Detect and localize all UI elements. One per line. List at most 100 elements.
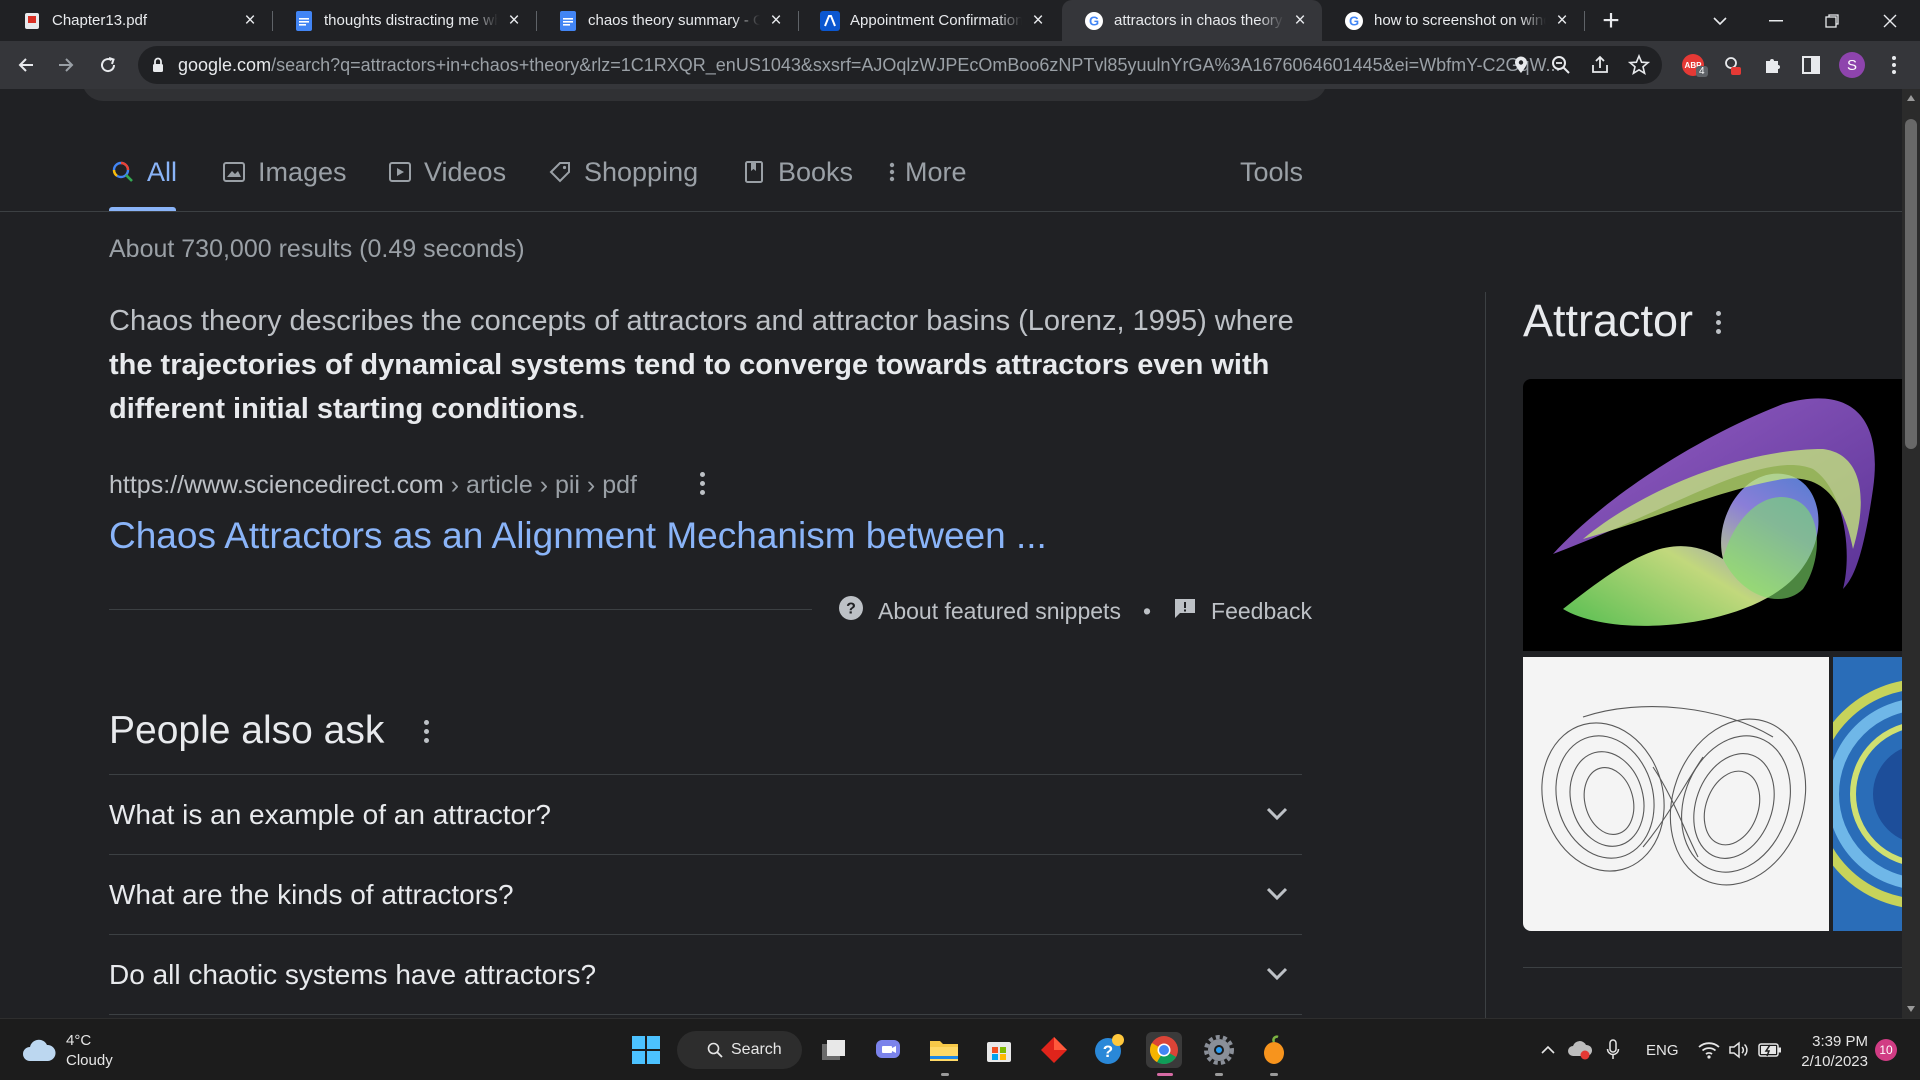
url-path: /search?q=attractors+in+chaos+theory&rlz…: [271, 55, 1561, 75]
windows-taskbar: 4°C Cloudy Search ? ENG 3:39 PM 2/10/202…: [0, 1018, 1920, 1080]
side-panel-button[interactable]: [1795, 49, 1827, 81]
folder-icon: [930, 1041, 958, 1061]
tab-all[interactable]: All: [109, 152, 177, 192]
taskbar-search[interactable]: Search: [677, 1031, 802, 1069]
volume-status[interactable]: [1728, 1019, 1750, 1080]
show-hidden-icons[interactable]: [1540, 1019, 1556, 1080]
close-icon[interactable]: ×: [1552, 10, 1572, 31]
location-pin-icon[interactable]: [1514, 56, 1528, 79]
tab-search-button[interactable]: [1692, 0, 1748, 41]
paa-question[interactable]: What is an example of an attractor?: [109, 774, 1302, 854]
extension-button[interactable]: [1716, 49, 1748, 81]
store-icon: [987, 1042, 1011, 1062]
close-window-button[interactable]: [1862, 0, 1918, 41]
tab-appointment[interactable]: Appointment Confirmation ×: [798, 0, 1060, 41]
tab-thoughts[interactable]: thoughts distracting me wh ×: [272, 0, 536, 41]
feedback-link[interactable]: Feedback: [1211, 598, 1312, 625]
browser-menu-button[interactable]: [1878, 49, 1910, 81]
address-bar[interactable]: google.com/search?q=attractors+in+chaos+…: [138, 46, 1662, 84]
paa-question[interactable]: Do all chaotic systems have attractors?: [109, 934, 1302, 1014]
lock-icon: [152, 57, 164, 78]
chevron-down-icon: [1713, 16, 1727, 25]
lorenz-attractor-image[interactable]: [1523, 657, 1829, 931]
back-button[interactable]: [10, 49, 42, 81]
fl-studio-button[interactable]: [1256, 1032, 1292, 1068]
more-vert-icon[interactable]: [414, 714, 438, 748]
more-vert-icon[interactable]: [690, 468, 714, 498]
tab-title: how to screenshot on wind: [1374, 12, 1546, 29]
app-button[interactable]: [1036, 1032, 1072, 1068]
attractor-image-thumbnail[interactable]: [1833, 657, 1902, 931]
about-featured-snippets-link[interactable]: About featured snippets: [878, 598, 1121, 625]
people-also-ask-heading: People also ask: [109, 709, 385, 752]
extensions-button[interactable]: [1757, 49, 1789, 81]
cite-domain: https://www.sciencedirect.com: [109, 471, 444, 499]
profile-button[interactable]: S: [1836, 49, 1868, 81]
clock[interactable]: 3:39 PM 2/10/2023: [1792, 1032, 1868, 1072]
share-icon[interactable]: [1590, 55, 1610, 80]
featured-snippet-text: Chaos theory describes the concepts of a…: [109, 305, 1294, 425]
get-help-button[interactable]: ?: [1091, 1032, 1127, 1068]
star-icon[interactable]: [1627, 53, 1651, 81]
close-icon[interactable]: ×: [766, 10, 786, 31]
close-icon[interactable]: ×: [240, 10, 260, 31]
close-icon[interactable]: ×: [1028, 10, 1048, 31]
start-button[interactable]: [628, 1032, 664, 1068]
task-view-button[interactable]: [816, 1032, 852, 1068]
tab-videos[interactable]: Videos: [386, 152, 506, 192]
close-icon[interactable]: ×: [504, 10, 524, 31]
tab-shopping[interactable]: Shopping: [546, 152, 698, 192]
teams-chat-button[interactable]: [870, 1032, 906, 1068]
paa-question[interactable]: What are the kinds of attractors?: [109, 854, 1302, 934]
tools-button[interactable]: Tools: [1240, 152, 1303, 192]
store-button[interactable]: [981, 1032, 1017, 1068]
tab-more[interactable]: More: [885, 152, 967, 192]
language-indicator[interactable]: ENG: [1646, 1019, 1679, 1080]
chat-icon: [876, 1040, 900, 1058]
knowledge-panel-title: Attractor: [1523, 295, 1694, 346]
battery-status[interactable]: [1758, 1019, 1782, 1080]
page-scrollbar[interactable]: [1902, 89, 1920, 1018]
tab-title: attractors in chaos theory -: [1114, 12, 1284, 29]
notification-badge[interactable]: 10: [1875, 1039, 1897, 1061]
tab-chapter13[interactable]: Chapter13.pdf ×: [0, 0, 272, 41]
minimize-button[interactable]: [1748, 0, 1804, 41]
new-tab-button[interactable]: +: [1582, 0, 1640, 41]
side-panel-icon: [1802, 56, 1820, 74]
zoom-icon[interactable]: [1551, 55, 1571, 80]
restore-button[interactable]: [1804, 0, 1860, 41]
tab-screenshot[interactable]: G how to screenshot on wind ×: [1322, 0, 1584, 41]
forward-button[interactable]: [50, 49, 82, 81]
speaker-icon: [1729, 1041, 1748, 1059]
tab-strip: Chapter13.pdf × thoughts distracting me …: [0, 0, 1920, 41]
scrollbar-thumb[interactable]: [1905, 119, 1917, 449]
microphone-status[interactable]: [1606, 1019, 1620, 1080]
result-title-link[interactable]: Chaos Attractors as an Alignment Mechani…: [109, 515, 1047, 557]
attractor-image-3d[interactable]: [1523, 379, 1902, 651]
tab-attractors[interactable]: G attractors in chaos theory - ×: [1062, 0, 1322, 41]
tab-books[interactable]: Books: [740, 152, 853, 192]
weather-widget[interactable]: 4°C Cloudy: [22, 1031, 113, 1071]
running-indicator: [941, 1073, 949, 1076]
file-explorer-button[interactable]: [926, 1032, 962, 1068]
divider: [1523, 967, 1902, 968]
snippet-meta: ? About featured snippets • Feedback: [838, 594, 1312, 628]
wifi-status[interactable]: [1698, 1019, 1720, 1080]
adblock-extension[interactable]: ABP 4: [1677, 49, 1709, 81]
paa-question-text: Do all chaotic systems have attractors?: [109, 958, 597, 990]
play-icon: [386, 158, 414, 186]
more-vert-icon[interactable]: [1706, 307, 1730, 337]
settings-button[interactable]: [1201, 1032, 1237, 1068]
meta-separator: •: [1142, 597, 1152, 624]
taskbar-search-label: Search: [731, 1041, 782, 1058]
onedrive-status[interactable]: [1568, 1019, 1592, 1080]
snippet-highlight: the trajectories of dynamical systems te…: [109, 349, 1270, 425]
close-icon[interactable]: ×: [1290, 10, 1310, 31]
more-vert-icon: [1892, 56, 1896, 74]
tab-images[interactable]: Images: [220, 152, 347, 192]
result-cite[interactable]: https://www.sciencedirect.com › article …: [109, 471, 637, 500]
reload-button[interactable]: [92, 49, 124, 81]
weather-temp: 4°C: [66, 1032, 92, 1049]
chrome-button[interactable]: [1146, 1032, 1182, 1068]
tab-chaos-summary[interactable]: chaos theory summary - Go ×: [536, 0, 798, 41]
